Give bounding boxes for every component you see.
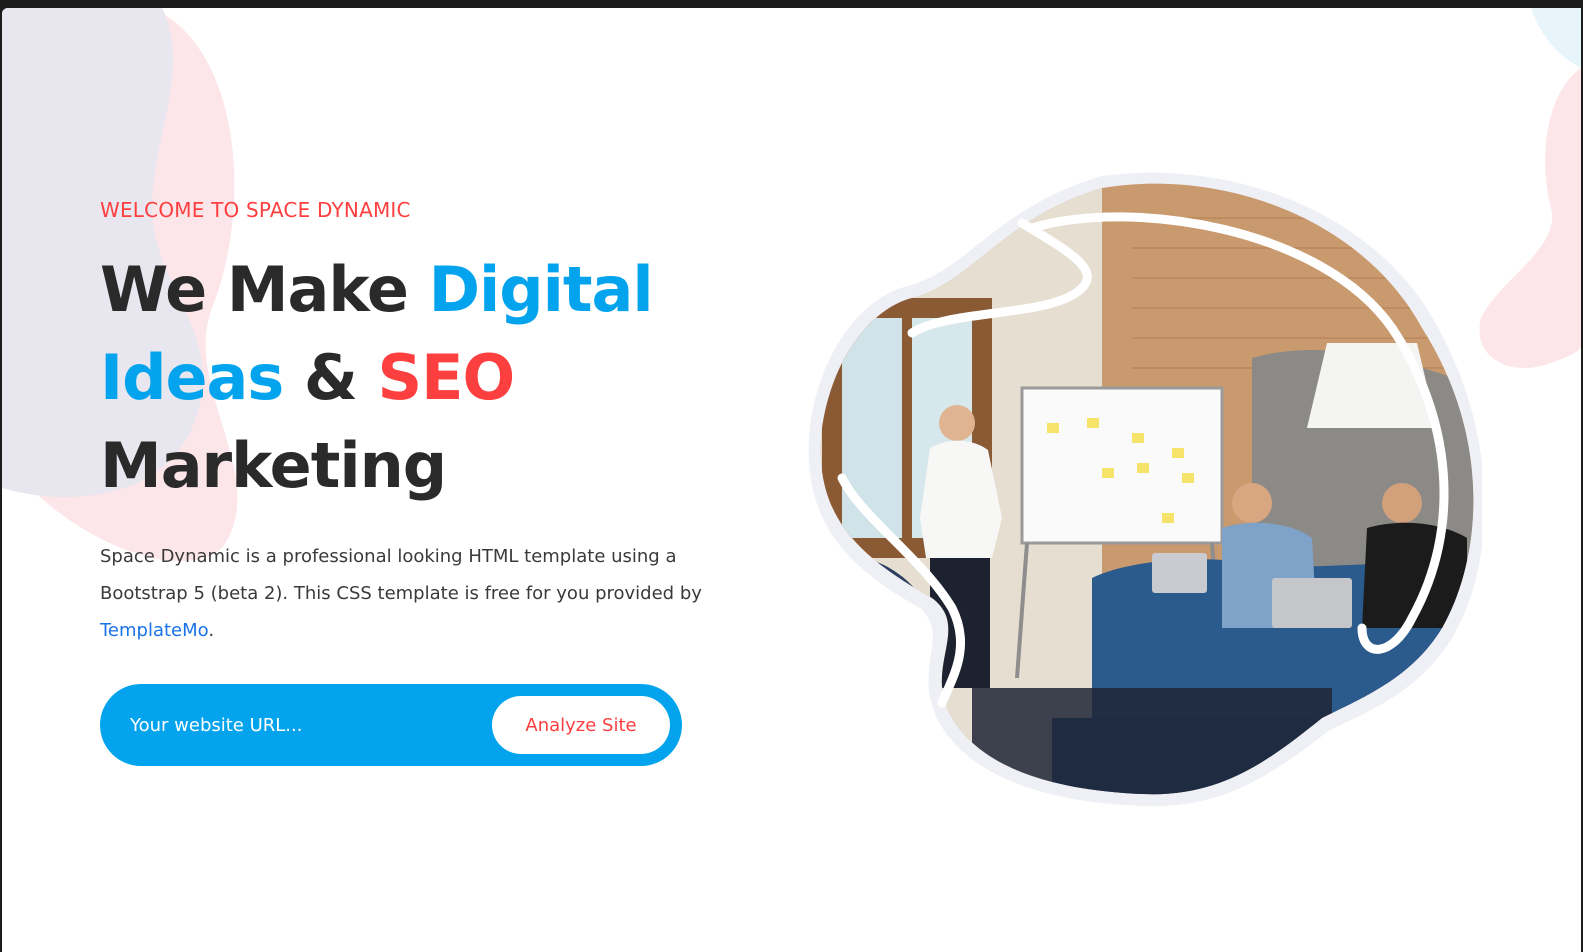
website-url-input[interactable] xyxy=(130,707,470,743)
whiteboard xyxy=(1020,386,1224,545)
description-end: . xyxy=(208,620,215,641)
presenter-head xyxy=(939,405,975,441)
headline-line-3: Marketing xyxy=(100,422,653,510)
description-text: Space Dynamic is a professional looking … xyxy=(100,546,702,604)
templatemo-link[interactable]: TemplateMo xyxy=(100,620,208,641)
pink-blob-shape xyxy=(1479,68,1581,368)
eyebrow-text: WELCOME TO SPACE DYNAMIC xyxy=(100,198,411,222)
headline-line-1: We Make Digital xyxy=(100,246,654,334)
hero-description: Space Dynamic is a professional looking … xyxy=(100,538,740,649)
page-title: We Make Digital Ideas & SEO Marketing xyxy=(100,246,654,510)
headline-highlight-red: SEO xyxy=(377,341,516,414)
headline-text: We Make xyxy=(100,253,429,326)
headline-line-2: Ideas & SEO xyxy=(100,334,653,422)
headline-highlight-blue: Ideas xyxy=(100,341,284,414)
light-blue-blob-shape xyxy=(1531,8,1581,68)
headline-text: Marketing xyxy=(100,429,447,502)
presenter-shirt xyxy=(920,440,1002,558)
team-meeting-photo-blob xyxy=(808,172,1482,807)
headline-text: & xyxy=(283,341,378,414)
page-frame: WELCOME TO SPACE DYNAMIC We Make Digital… xyxy=(2,8,1581,952)
analyze-site-button[interactable]: Analyze Site xyxy=(492,696,670,754)
headline-highlight-blue: Digital xyxy=(428,253,654,326)
analyze-form: Analyze Site xyxy=(100,684,682,766)
